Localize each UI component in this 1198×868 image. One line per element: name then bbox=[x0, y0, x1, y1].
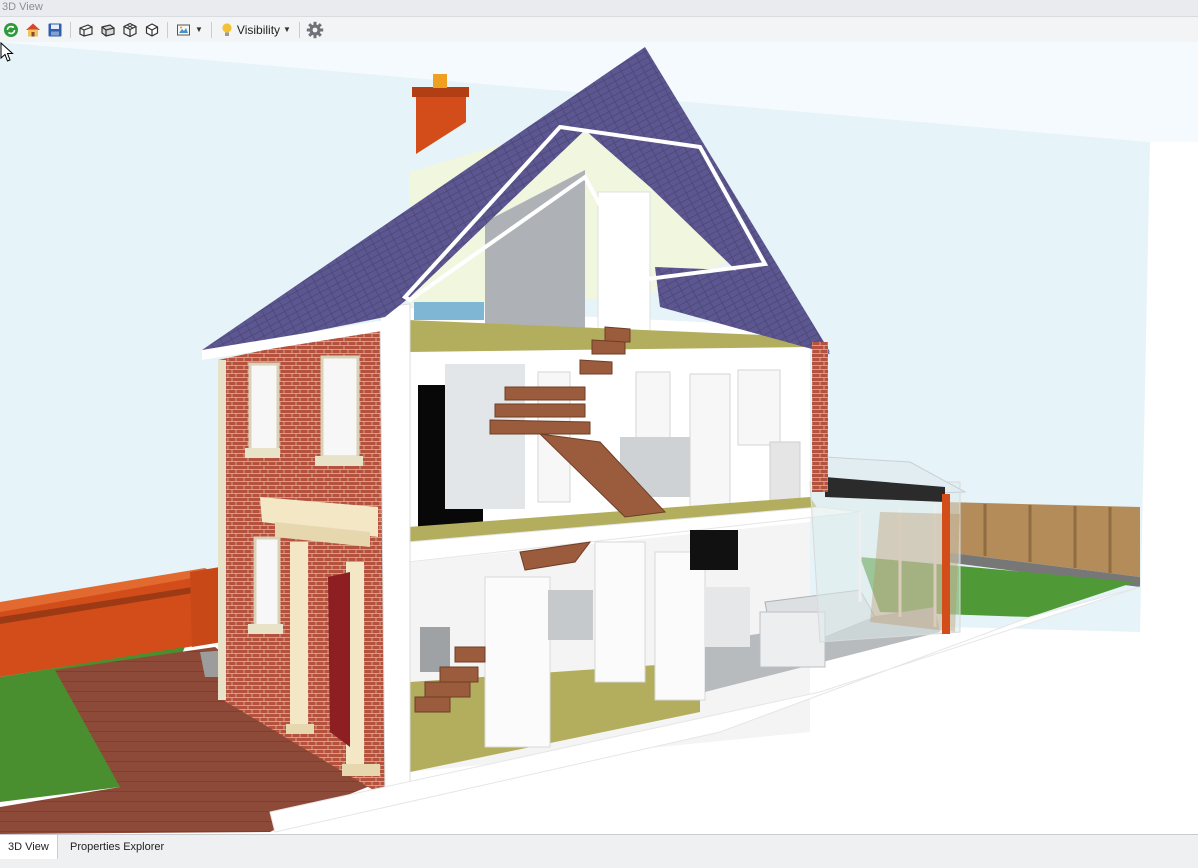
view-iso-button[interactable] bbox=[120, 19, 140, 41]
house-3d-model[interactable] bbox=[0, 42, 1198, 834]
view-cube-button[interactable] bbox=[142, 19, 162, 41]
save-button[interactable] bbox=[45, 19, 65, 41]
toolbar: ▼ Visibility ▼ bbox=[0, 17, 1198, 43]
view-front-button[interactable] bbox=[76, 19, 96, 41]
view-cube-icon bbox=[145, 22, 159, 37]
refresh-icon bbox=[4, 22, 18, 37]
window-title: 3D View bbox=[2, 1, 43, 13]
gear-icon bbox=[306, 21, 324, 38]
home-icon bbox=[26, 23, 40, 36]
save-icon bbox=[48, 23, 62, 36]
tab-properties-explorer[interactable]: Properties Explorer bbox=[62, 835, 172, 859]
visibility-dropdown[interactable]: Visibility ▼ bbox=[217, 19, 294, 41]
view-side-button[interactable] bbox=[98, 19, 118, 41]
mouse-cursor-icon bbox=[0, 42, 14, 62]
refresh-button[interactable] bbox=[1, 19, 21, 41]
visibility-label: Visibility bbox=[236, 22, 281, 37]
view-iso-icon bbox=[123, 22, 137, 37]
toolbar-separator bbox=[167, 21, 168, 38]
chevron-down-icon: ▼ bbox=[283, 25, 291, 34]
3d-viewport[interactable] bbox=[0, 42, 1198, 834]
tab-3d-view[interactable]: 3D View bbox=[0, 835, 58, 859]
chevron-down-icon: ▼ bbox=[195, 25, 203, 34]
toolbar-separator bbox=[210, 21, 212, 38]
view-side-icon bbox=[101, 23, 115, 37]
window-titlebar: 3D View bbox=[0, 0, 1198, 17]
bottom-tab-bar: 3D View Properties Explorer bbox=[0, 834, 1198, 868]
home-button[interactable] bbox=[23, 19, 43, 41]
toolbar-separator bbox=[70, 21, 71, 38]
camera-dropdown-icon bbox=[177, 24, 190, 35]
toolbar-separator bbox=[298, 21, 300, 38]
view-front-icon bbox=[79, 23, 93, 37]
camera-dropdown-button[interactable]: ▼ bbox=[173, 19, 206, 41]
lightbulb-icon bbox=[222, 22, 232, 36]
settings-button[interactable] bbox=[305, 19, 325, 41]
